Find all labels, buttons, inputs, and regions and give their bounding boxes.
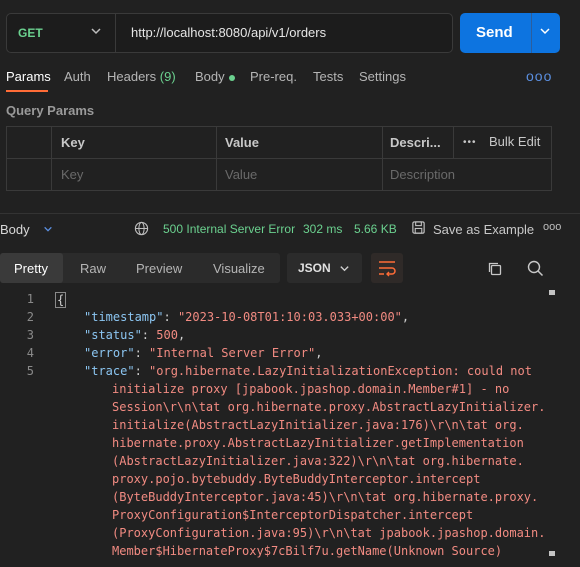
tab-prereq[interactable]: Pre-req.: [250, 69, 297, 84]
trace-line: proxy.pojo.bytebuddy.ByteBuddyIntercepto…: [112, 472, 481, 486]
chevron-down-icon: [90, 25, 102, 40]
view-raw[interactable]: Raw: [80, 261, 106, 276]
column-header-value: Value: [225, 135, 259, 150]
trace-line: initialize(AbstractLazyInitializer.java:…: [112, 418, 524, 432]
table-col-divider: [216, 127, 217, 190]
chevron-down-icon: [44, 226, 53, 232]
json-value: "Internal Server Error": [149, 346, 316, 360]
value-input[interactable]: Value: [225, 167, 257, 182]
description-input[interactable]: Description: [390, 167, 455, 182]
scrollbar-down[interactable]: [549, 551, 555, 556]
trace-line: hibernate.proxy.AbstractLazyInitializer.…: [112, 436, 524, 450]
trace-line: initialize proxy [jpabook.jpashop.domain…: [112, 382, 510, 396]
trace-line: ProxyConfiguration$InterceptorDispatcher…: [112, 508, 474, 522]
json-key: "status": [84, 328, 142, 342]
json-key: "trace": [84, 364, 135, 378]
trace-line: (ByteBuddyInterceptor.java:45)\r\n\tat o…: [112, 490, 539, 504]
more-icon[interactable]: •••: [463, 137, 477, 148]
request-bar: GET http://localhost:8080/api/v1/orders: [6, 13, 453, 53]
format-select[interactable]: JSON: [287, 253, 362, 283]
send-button[interactable]: Send: [460, 13, 560, 53]
tab-auth[interactable]: Auth: [64, 69, 91, 84]
globe-icon[interactable]: [134, 221, 149, 239]
save-as-example-button[interactable]: Save as Example: [433, 222, 534, 237]
view-visualize[interactable]: Visualize: [213, 261, 265, 276]
more-icon[interactable]: ooo: [543, 221, 561, 233]
divider: [0, 213, 580, 214]
table-col-divider: [453, 127, 454, 158]
table-col-divider: [382, 127, 383, 190]
line-number: 2: [26, 310, 34, 324]
method-label: GET: [18, 26, 43, 40]
response-size: 5.66 KB: [354, 222, 397, 236]
json-key: "timestamp": [84, 310, 164, 324]
save-icon[interactable]: [411, 220, 426, 238]
wrap-lines-button[interactable]: [371, 253, 403, 283]
response-body-label: Body: [0, 222, 30, 237]
column-header-description: Descri...: [390, 135, 441, 150]
code-line: "timestamp": "2023-10-08T01:10:03.033+00…: [84, 310, 410, 324]
divider: [531, 13, 532, 53]
line-number: 4: [26, 346, 34, 360]
tab-params[interactable]: Params: [6, 69, 51, 84]
query-params-title: Query Params: [6, 103, 95, 118]
body-indicator-dot: [228, 74, 235, 81]
tab-body-label: Body: [195, 69, 225, 84]
method-select[interactable]: GET: [7, 14, 115, 52]
trace-line: Session\r\n\tat org.hibernate.proxy.Abst…: [112, 400, 546, 414]
search-icon[interactable]: [527, 260, 544, 280]
json-key: "error": [84, 346, 135, 360]
divider: [115, 14, 116, 52]
headers-count-badge: (9): [159, 69, 176, 84]
tab-headers-label: Headers: [107, 69, 157, 84]
active-tab-indicator: [6, 90, 48, 92]
line-number: 5: [26, 364, 34, 378]
view-preview[interactable]: Preview: [136, 261, 182, 276]
format-label: JSON: [298, 261, 331, 275]
scrollbar-up[interactable]: [549, 290, 555, 295]
key-input[interactable]: Key: [61, 167, 83, 182]
chevron-down-icon[interactable]: [539, 25, 551, 40]
tab-body[interactable]: Body: [195, 69, 235, 84]
line-number: 1: [26, 292, 34, 306]
trace-line: "org.hibernate.LazyInitializationExcepti…: [149, 364, 532, 378]
code-line: "status": 500,: [84, 328, 186, 342]
code-line: "error": "Internal Server Error",: [84, 346, 323, 360]
code-line: "trace": "org.hibernate.LazyInitializati…: [84, 364, 532, 378]
response-code-view[interactable]: 1 2 3 4 5 { "timestamp": "2023-10-08T01:…: [0, 288, 580, 567]
line-number: 3: [26, 328, 34, 342]
response-body-dropdown[interactable]: Body: [0, 222, 53, 237]
copy-icon[interactable]: [487, 261, 503, 280]
send-label: Send: [476, 24, 513, 41]
json-value: "2023-10-08T01:10:03.033+00:00": [177, 310, 402, 324]
bulk-edit-button[interactable]: Bulk Edit: [489, 134, 540, 149]
more-icon[interactable]: ooo: [526, 68, 552, 84]
column-header-key: Key: [61, 135, 85, 150]
tab-settings[interactable]: Settings: [359, 69, 406, 84]
view-pretty[interactable]: Pretty: [14, 261, 48, 276]
table-col-divider: [51, 127, 52, 190]
trace-line: (ProxyConfiguration.java:95)\r\n\tat jpa…: [112, 526, 546, 540]
query-params-table: Key Value Descri... ••• Bulk Edit Key Va…: [6, 126, 552, 191]
tab-tests[interactable]: Tests: [313, 69, 343, 84]
tab-headers[interactable]: Headers (9): [107, 69, 176, 84]
trace-line: (AbstractLazyInitializer.java:322)\r\n\t…: [112, 454, 524, 468]
open-brace: {: [55, 292, 67, 308]
trace-line: Member$HibernateProxy$7cBilf7u.getName(U…: [112, 544, 503, 558]
response-time: 302 ms: [303, 222, 343, 236]
json-value: 500: [156, 328, 178, 342]
wrap-icon: [379, 261, 396, 277]
table-row-divider: [7, 158, 551, 159]
chevron-down-icon: [340, 266, 349, 272]
status-badge: 500 Internal Server Error: [163, 222, 296, 236]
url-input[interactable]: http://localhost:8080/api/v1/orders: [131, 25, 326, 40]
